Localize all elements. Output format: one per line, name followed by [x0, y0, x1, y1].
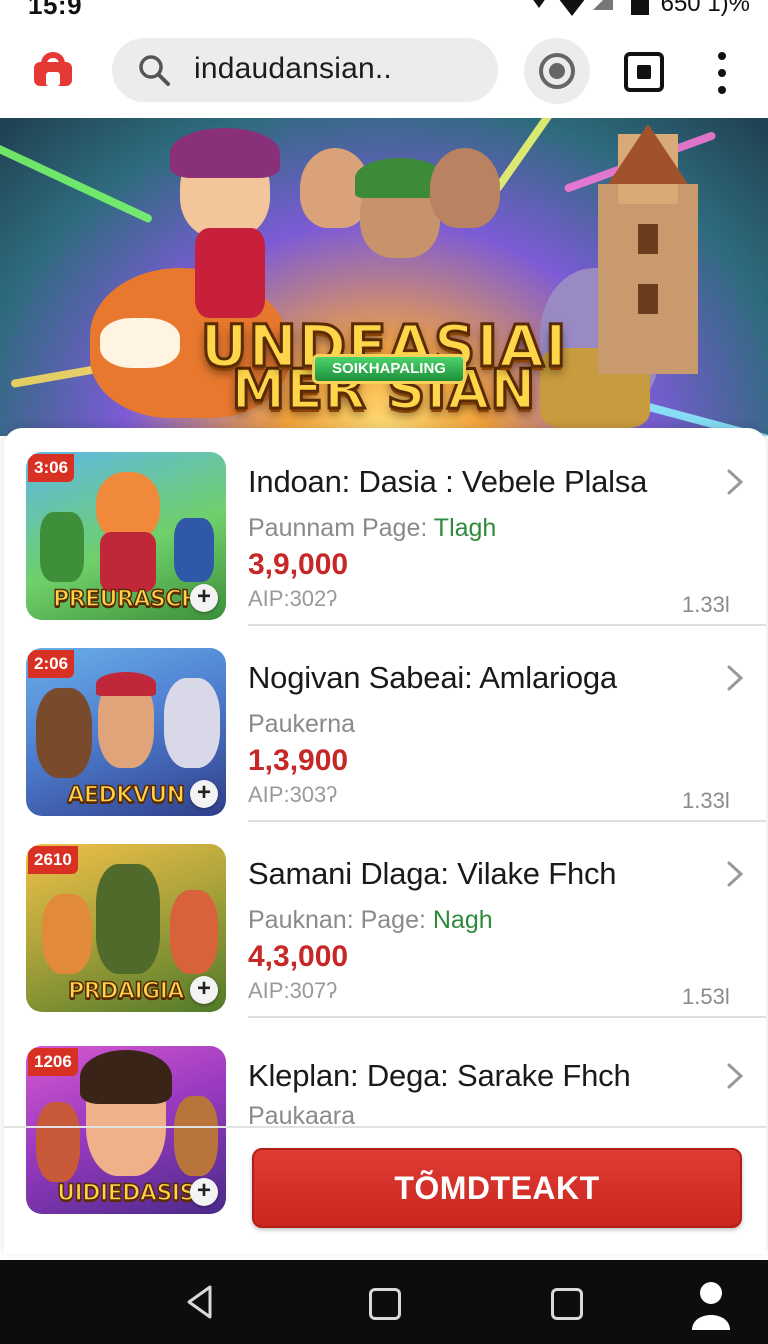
item-count: 1.33l	[682, 592, 730, 617]
chevron-right-icon[interactable]	[726, 664, 744, 692]
item-price: 4,3,000	[248, 940, 349, 973]
item-title[interactable]: Kleplan: Dega: Sarake Fhch	[248, 1058, 631, 1094]
stop-square	[637, 65, 651, 79]
back-icon[interactable]	[184, 1284, 214, 1320]
item-price: 3,9,000	[248, 548, 349, 581]
battery-icon	[630, 0, 649, 15]
armored-warrior	[96, 864, 160, 974]
person-icon[interactable]	[690, 1280, 732, 1330]
duration-badge: 2610	[28, 846, 78, 874]
duration-badge: 1206	[28, 1048, 78, 1076]
thumbnail[interactable]: 2:06 AEDKVUN +	[26, 648, 226, 816]
plus-icon[interactable]: +	[190, 584, 218, 612]
subtitle-text: Paukerna	[248, 710, 356, 738]
record-button[interactable]	[524, 38, 590, 104]
item-price: 1,3,900	[248, 744, 349, 777]
fox-left	[42, 894, 92, 974]
item-aip: AIP:303ʔ	[248, 782, 338, 807]
chevron-right-icon[interactable]	[726, 860, 744, 888]
record-icon	[539, 53, 575, 89]
plus-icon[interactable]: +	[190, 1178, 218, 1206]
home-icon[interactable]	[32, 48, 74, 88]
wifi-icon	[532, 0, 613, 16]
item-title[interactable]: Indoan: Dasia : Vebele Plalsa	[248, 464, 647, 500]
subtitle-highlight: Nagh	[432, 906, 493, 934]
girl-outfit	[195, 228, 265, 318]
red-cap	[96, 672, 156, 696]
list-item[interactable]: 3:06 PREURASCH + Indoan: Dasia : Vebele …	[4, 428, 766, 626]
browser-toolbar: indaudansian..	[0, 22, 768, 118]
item-count: 1.53l	[682, 984, 730, 1009]
cta-button[interactable]: TÕMDTEAKT	[252, 1148, 742, 1228]
game-list: 3:06 PREURASCH + Indoan: Dasia : Vebele …	[4, 428, 766, 1254]
search-input[interactable]: indaudansian..	[194, 52, 392, 86]
stop-icon[interactable]	[624, 52, 664, 92]
navigation-bar	[0, 1260, 768, 1344]
girl-hair	[170, 128, 280, 178]
search-icon	[139, 55, 170, 86]
item-aip: AIP:302ʔ	[248, 586, 338, 611]
light-ray	[0, 140, 154, 224]
warrior-left	[40, 512, 84, 582]
hero-banner[interactable]: MER SIAN UNDEASIAI SOIKHAPALING	[0, 118, 768, 436]
item-title[interactable]: Samani Dlaga: Vilake Fhch	[248, 856, 617, 892]
chevron-right-icon[interactable]	[726, 468, 744, 496]
item-title[interactable]: Nogivan Sabeai: Amlarioga	[248, 660, 617, 696]
status-bar: 15:9 650 1)%	[0, 0, 768, 22]
item-subtitle: Paukerna	[248, 710, 355, 739]
divider	[248, 1016, 766, 1018]
plus-icon[interactable]: +	[190, 780, 218, 808]
list-item[interactable]: 2:06 AEDKVUN + Nogivan Sabeai: Amlarioga…	[4, 624, 766, 822]
duration-badge: 3:06	[28, 454, 75, 482]
warrior-left	[36, 688, 92, 778]
item-subtitle: Pauknan: Page: Nagh	[248, 906, 493, 935]
status-time: 15:9	[28, 0, 83, 20]
item-count: 1.33l	[682, 788, 730, 813]
search-bar[interactable]: indaudansian..	[112, 38, 498, 102]
heroine-hair	[80, 1050, 172, 1104]
light-ray	[492, 118, 568, 194]
chevron-right-icon[interactable]	[726, 1062, 744, 1090]
companion-left	[36, 1102, 80, 1182]
cta-panel: TÕMDTEAKT	[252, 1128, 766, 1254]
fox-right	[170, 890, 218, 974]
hero-subtitle-badge: SOIKHAPALING	[312, 354, 466, 384]
plus-icon[interactable]: +	[190, 976, 218, 1004]
battery-percent: 650 1)%	[660, 0, 750, 17]
status-indicators: 650 1)%	[529, 0, 750, 18]
subtitle-text: Paunnam Page:	[248, 514, 434, 542]
thumbnail[interactable]: 2610 PRDAIGIA +	[26, 844, 226, 1012]
list-item[interactable]: 2610 PRDAIGIA + Samani Dlaga: Vilake Fhc…	[4, 820, 766, 1018]
thumbnail[interactable]: 1206 UIDIEDASIS +	[26, 1046, 226, 1214]
thumbnail[interactable]: 3:06 PREURASCH +	[26, 452, 226, 620]
boy-character-right	[430, 148, 500, 228]
warrior-right	[174, 518, 214, 582]
menu-icon[interactable]	[712, 52, 732, 94]
wolf-right	[164, 678, 220, 768]
subtitle-highlight: Tlagh	[433, 514, 497, 542]
item-subtitle: Paunnam Page: Tlagh	[248, 514, 496, 543]
companion-right	[174, 1096, 218, 1176]
subtitle-text: Pauknan: Page:	[248, 906, 433, 934]
recent-apps-icon[interactable]	[551, 1288, 583, 1320]
home-square-icon[interactable]	[369, 1288, 401, 1320]
fox-robe	[100, 532, 156, 592]
item-aip: AIP:307ʔ	[248, 978, 338, 1003]
duration-badge: 2:06	[28, 650, 75, 678]
